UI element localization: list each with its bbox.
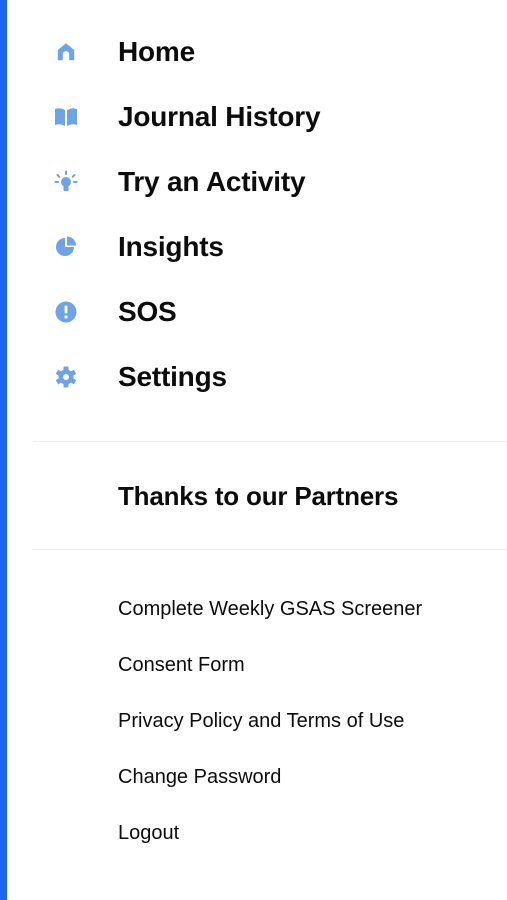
link-complete-weekly-gsas-screener[interactable]: Complete Weekly GSAS Screener bbox=[118, 598, 422, 621]
nav-item-sos[interactable]: SOS bbox=[0, 290, 507, 334]
nav-item-journal-history-label: Journal History bbox=[118, 101, 321, 132]
nav-item-try-an-activity[interactable]: Try an Activity bbox=[0, 160, 507, 204]
nav-item-home[interactable]: Home bbox=[0, 30, 507, 74]
nav-item-home-label: Home bbox=[118, 36, 195, 67]
pie-chart-icon bbox=[54, 236, 78, 258]
gear-icon bbox=[54, 366, 78, 388]
alert-icon bbox=[54, 301, 78, 323]
partners-link[interactable]: Thanks to our Partners bbox=[118, 481, 398, 512]
nav-item-try-an-activity-label: Try an Activity bbox=[118, 166, 306, 197]
nav-item-insights[interactable]: Insights bbox=[0, 225, 507, 269]
nav-item-settings[interactable]: Settings bbox=[0, 355, 507, 399]
nav-item-settings-label: Settings bbox=[118, 361, 227, 392]
book-icon bbox=[54, 106, 78, 128]
divider bbox=[33, 549, 507, 550]
nav-item-journal-history[interactable]: Journal History bbox=[0, 95, 507, 139]
link-consent-form[interactable]: Consent Form bbox=[118, 654, 245, 677]
link-privacy-policy[interactable]: Privacy Policy and Terms of Use bbox=[118, 710, 404, 733]
nav-item-sos-label: SOS bbox=[118, 296, 177, 327]
lightbulb-icon bbox=[54, 170, 78, 193]
divider bbox=[33, 441, 507, 442]
nav-item-insights-label: Insights bbox=[118, 231, 224, 262]
home-icon bbox=[54, 41, 78, 63]
link-logout[interactable]: Logout bbox=[118, 822, 179, 845]
link-change-password[interactable]: Change Password bbox=[118, 766, 281, 789]
